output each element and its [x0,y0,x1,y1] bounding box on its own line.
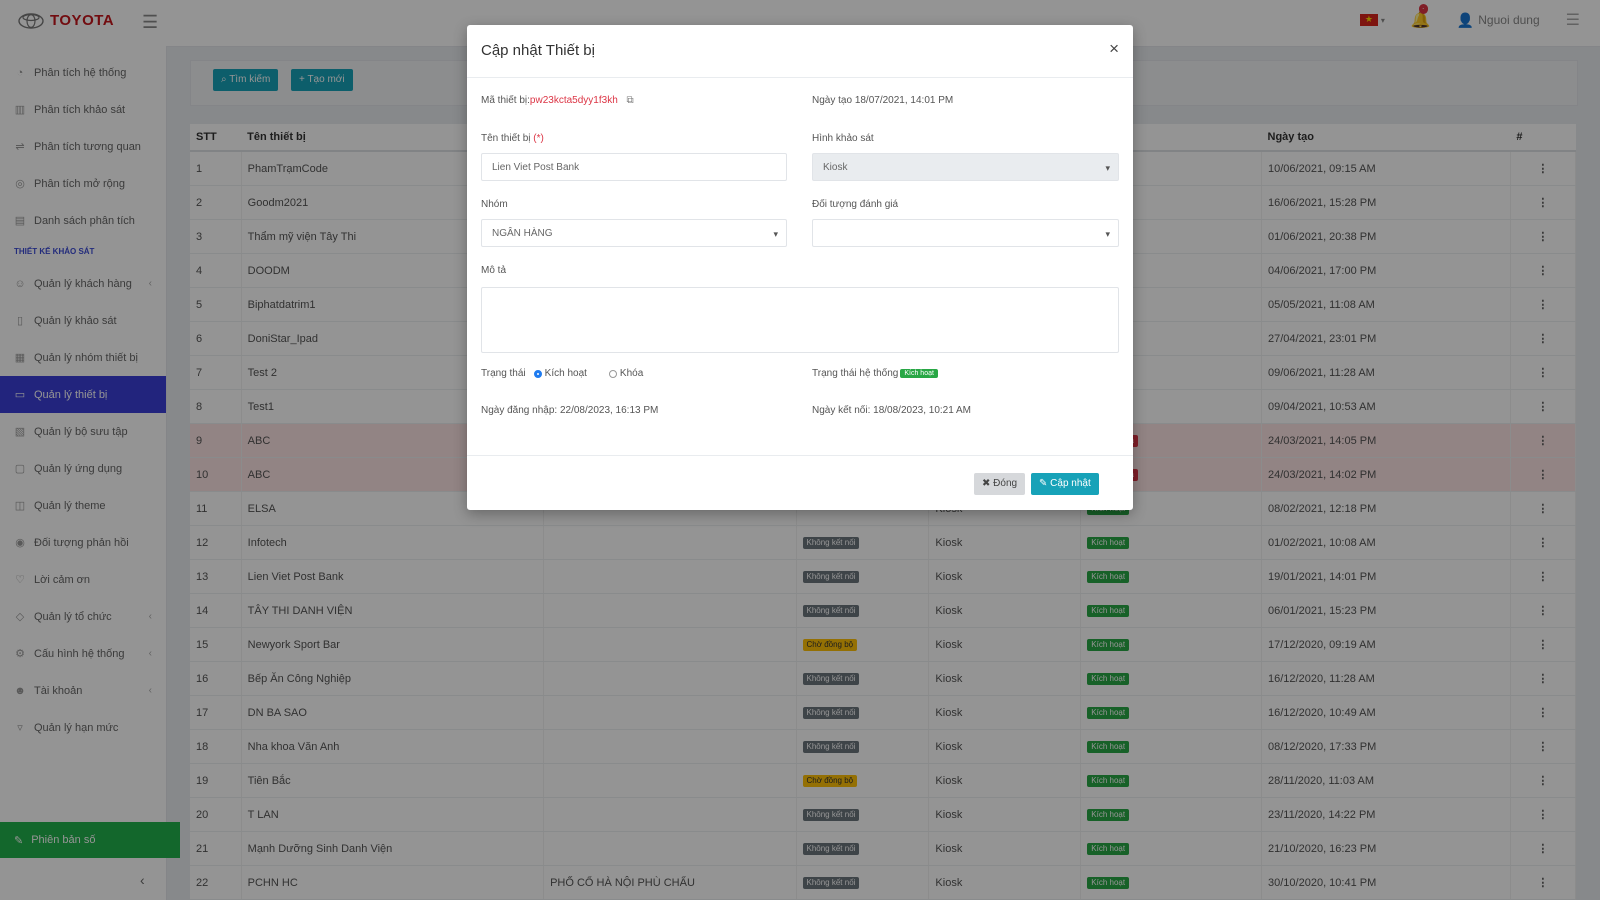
modal-footer: ✖ Đóng ✎ Cập nhật [467,455,1133,511]
copy-icon[interactable]: ⧉ [627,95,634,106]
device-name-label-wrap: Tên thiết bị (*) [481,133,544,144]
device-code: Mã thiết bị:pw23kcta5dyy1f3kh ⧉ [481,95,634,106]
survey-type-value: Kiosk [823,162,848,173]
update-button[interactable]: ✎ Cập nhật [1031,473,1099,495]
modal-header: Cập nhật Thiết bị × [467,25,1133,78]
login-label: Ngày đăng nhập: [481,405,558,416]
survey-type-label: Hình khảo sát [812,133,874,144]
system-status: Trạng thái hệ thống Kích hoạt [812,368,938,379]
status-locked-radio[interactable]: Khóa [608,368,644,379]
system-status-badge: Kích hoạt [900,369,938,378]
chevron-down-icon: ▾ [773,229,778,239]
connect-value: 18/08/2023, 10:21 AM [873,405,972,416]
group-select[interactable]: NGÂN HÀNG ▾ [481,219,787,247]
target-select[interactable]: ▾ [812,219,1119,247]
device-name-input[interactable]: Lien Viet Post Bank [481,153,787,181]
status-locked-label: Khóa [619,368,644,379]
chevron-down-icon: ▾ [1105,163,1110,173]
close-button-label: Đóng [993,478,1018,489]
created-date: Ngày tạo 18/07/2021, 14:01 PM [812,95,953,106]
login-value: 22/08/2023, 16:13 PM [559,405,659,416]
created-value: 18/07/2021, 14:01 PM [854,95,954,106]
device-code-label: Mã thiết bị: [481,95,530,106]
group-label: Nhóm [481,199,508,210]
status-label: Trạng thái [481,368,526,379]
status-group: Trạng thái Kích hoạt Khóa [481,368,643,379]
created-label: Ngày tạo [812,95,853,106]
target-label: Đối tượng đánh giá [812,199,899,210]
radio-unselected-icon [608,369,617,378]
required-mark: (*) [533,133,544,144]
survey-type-select[interactable]: Kiosk ▾ [812,153,1119,181]
description-label: Mô tả [481,265,507,276]
system-status-label: Trạng thái hệ thống [812,368,899,379]
group-value: NGÂN HÀNG [492,228,553,239]
connect-label: Ngày kết nối: [812,405,871,416]
update-button-label: Cập nhật [1050,478,1091,489]
chevron-down-icon: ▾ [1105,229,1110,239]
description-textarea[interactable] [481,287,1119,353]
modal-title: Cập nhật Thiết bị [481,42,595,59]
edit-icon: ✎ [1039,478,1048,489]
close-button[interactable]: ✖ Đóng [974,473,1026,495]
radio-selected-icon [533,369,542,378]
update-device-modal: Cập nhật Thiết bị × Mã thiết bị:pw23kcta… [467,25,1133,510]
device-name-label: Tên thiết bị [481,133,531,144]
status-active-radio[interactable]: Kích hoạt [533,368,587,379]
close-x-icon: ✖ [982,478,991,489]
login-date: Ngày đăng nhập: 22/08/2023, 16:13 PM [481,405,658,416]
close-icon[interactable]: × [1109,39,1119,59]
connect-date: Ngày kết nối: 18/08/2023, 10:21 AM [812,405,971,416]
device-code-value: pw23kcta5dyy1f3kh [529,95,618,106]
status-active-label: Kích hoạt [544,368,587,379]
